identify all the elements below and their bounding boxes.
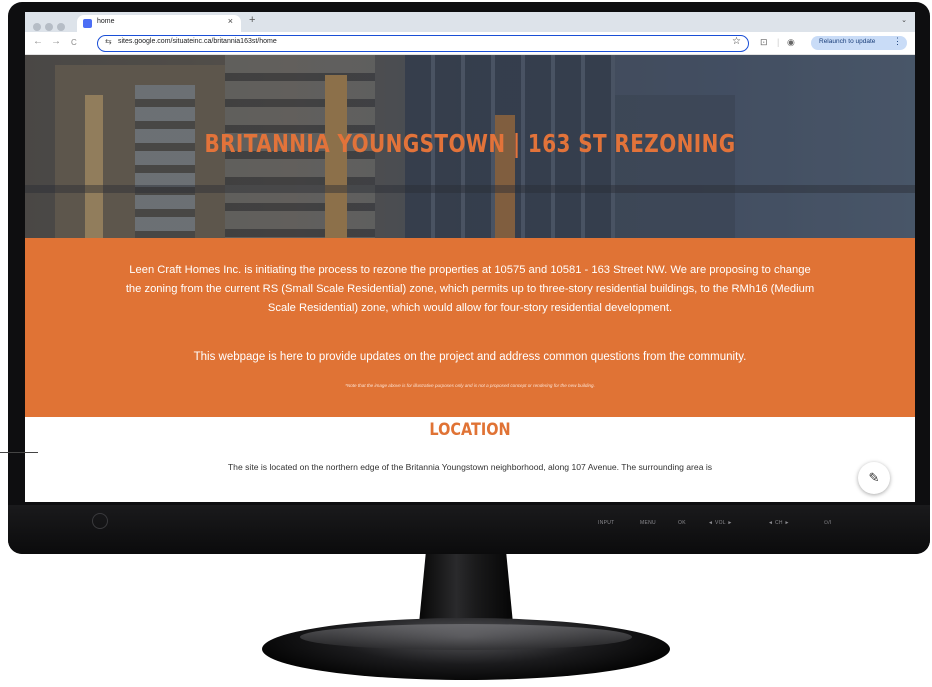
cable-line — [0, 452, 38, 453]
url-text: sites.google.com/situateinc.ca/britannia… — [118, 38, 277, 45]
bookmark-star-icon[interactable]: ☆ — [732, 36, 741, 47]
window-minimize-icon[interactable] — [45, 23, 53, 31]
tab-search-icon[interactable]: ⌄ — [901, 16, 907, 24]
window-maximize-icon[interactable] — [57, 23, 65, 31]
toolbar-divider: | — [777, 37, 780, 47]
relaunch-button[interactable]: Relaunch to update ⋮ — [811, 36, 907, 50]
monitor-control-power: ⏻/I — [824, 520, 832, 526]
page-title: BRITANNIA YOUNGSTOWN | 163 ST REZONING — [204, 129, 736, 158]
profile-avatar-icon[interactable]: ◉ — [787, 37, 795, 48]
site-settings-icon[interactable]: ⇆ — [105, 37, 112, 46]
tab-bar: home × + ⌄ — [25, 12, 915, 32]
edit-pencil-button[interactable]: ✎ — [858, 462, 890, 494]
relaunch-label: Relaunch to update — [819, 38, 876, 45]
back-icon[interactable]: ← — [33, 36, 43, 47]
reload-icon[interactable]: C — [71, 38, 77, 47]
monitor-bezel — [8, 505, 930, 554]
window-close-icon[interactable] — [33, 23, 41, 31]
image-disclaimer: *Note that the image above is for illust… — [345, 383, 595, 388]
monitor-control-menu: MENU — [640, 520, 656, 526]
hero-banner: BRITANNIA YOUNGSTOWN | 163 ST REZONING — [25, 55, 915, 238]
address-bar[interactable]: ⇆ sites.google.com/situateinc.ca/britann… — [97, 35, 749, 52]
browser-toolbar: ← → C ⇆ sites.google.com/situateinc.ca/b… — [25, 32, 915, 55]
more-menu-icon[interactable]: ⋮ — [893, 36, 902, 47]
monitor-control-input: INPUT — [598, 520, 615, 526]
tab-close-icon[interactable]: × — [228, 16, 233, 26]
forward-icon[interactable]: → — [51, 36, 61, 47]
purpose-text: This webpage is here to provide updates … — [193, 351, 747, 363]
browser-tab[interactable]: home × — [77, 15, 241, 32]
intro-section: Leen Craft Homes Inc. is initiating the … — [25, 238, 915, 417]
monitor-control-volume: ◄ VOL ► — [708, 520, 733, 526]
location-heading: LOCATION — [429, 420, 511, 440]
location-text: The site is located on the northern edge… — [227, 462, 713, 472]
intro-paragraph: Leen Craft Homes Inc. is initiating the … — [125, 264, 815, 314]
power-indicator-icon — [92, 513, 108, 529]
site-favicon-icon — [83, 19, 92, 28]
monitor-control-ok: OK — [678, 520, 686, 526]
monitor-stand-highlight — [300, 624, 632, 650]
browser-window: home × + ⌄ ← → C ⇆ sites.google.com/situ… — [25, 12, 915, 502]
new-tab-icon[interactable]: + — [249, 14, 255, 26]
extensions-icon[interactable]: ⊡ — [760, 37, 768, 48]
monitor-control-channel: ◄ CH ► — [768, 520, 790, 526]
tab-title: home — [97, 18, 115, 25]
